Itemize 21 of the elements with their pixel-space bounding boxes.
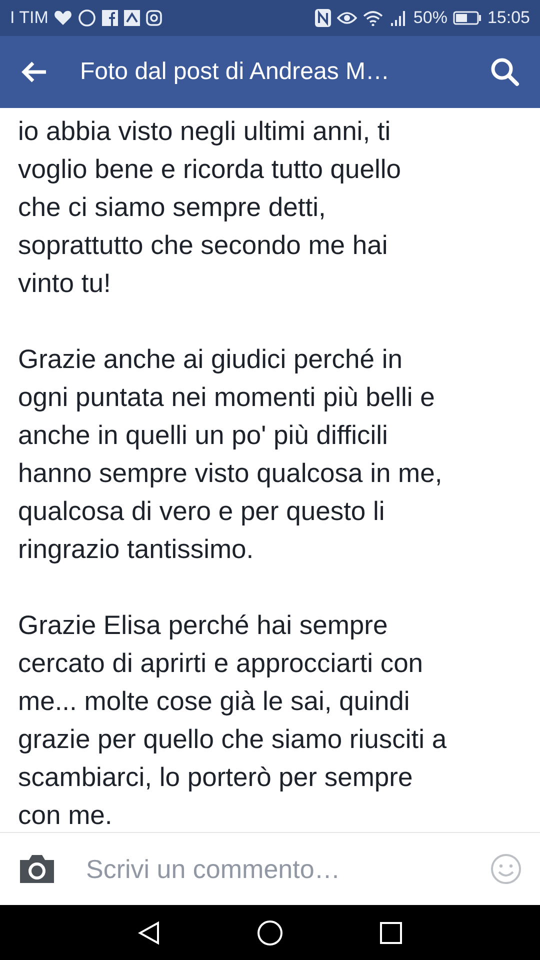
eye-icon: [337, 11, 358, 25]
home-nav-button[interactable]: [256, 920, 283, 946]
camera-icon: [146, 10, 162, 26]
battery-percent: 50%: [413, 8, 448, 28]
post-paragraph: Grazie Elisa perché hai sempre cercato di aprirti e approcciarti con me... molte cose già le sai, quindi grazie per quello che siamo riusciti a scambiarci, lo porterò per sempre con me.: [18, 609, 448, 832]
signal-icon: [389, 10, 408, 26]
f-logo-icon: [102, 10, 118, 26]
clock-time: 15:05: [487, 8, 530, 28]
wifi-icon: [363, 10, 384, 26]
back-nav-button[interactable]: [138, 920, 160, 944]
camera-button[interactable]: [18, 854, 56, 884]
carrier-name: I TIM: [10, 8, 48, 28]
recents-nav-button[interactable]: [380, 922, 402, 944]
battery-icon: [453, 11, 482, 25]
post-paragraph: Grazie anche ai giudici perché in ogni puntata nei momenti più belli e anche in quelli un po' più difficili hanno sempre visto qualcosa in me, qualcosa di vero e per questo li ringrazio tantissimo.: [18, 343, 444, 566]
post-paragraph: io abbia visto negli ultimi anni, ti voglio bene e ricorda tutto quello che ci siamo sempre detti, soprattutto che secondo me hai vinto tu!: [18, 115, 402, 300]
page-title: Foto dal post di Andreas M…: [80, 58, 390, 86]
app-icon: [124, 10, 140, 26]
comment-field[interactable]: Scrivi un commento…: [84, 852, 462, 886]
nfc-icon: [315, 9, 332, 27]
heart-icon: [54, 10, 72, 26]
